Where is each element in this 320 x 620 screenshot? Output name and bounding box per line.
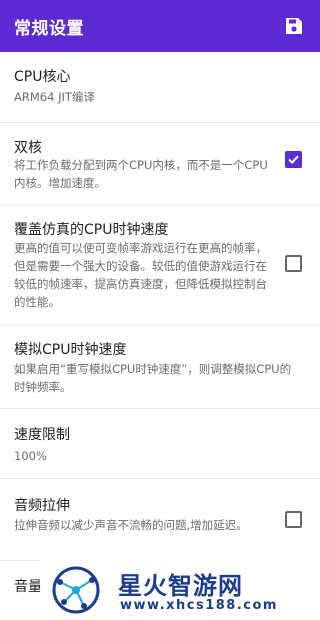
setting-subtitle: 拉伸音频以减少声音不流畅的问题,增加延迟。 [14, 518, 248, 532]
setting-cpu-core[interactable]: CPU核心 ARM64 JIT编译 [0, 52, 320, 123]
save-button[interactable] [282, 14, 306, 38]
setting-title: 双核 [14, 140, 42, 156]
override-cpu-clock-checkbox[interactable] [285, 255, 302, 272]
save-icon [286, 18, 302, 34]
watermark: 星火智游网 www.xhcs188.com [40, 560, 320, 620]
setting-subtitle: 更高的值可以使可变帧率游戏运行在更高的帧率，但是需要一个强大的设备。较低的值使游… [14, 241, 267, 309]
settings-list: CPU核心 ARM64 JIT编译 双核 将工作负载分配到两个CPU内核，而不是… [0, 52, 320, 620]
setting-subtitle: 将工作负载分配到两个CPU内核，而不是一个CPU内核。增加速度。 [14, 158, 268, 190]
setting-title: 音频拉伸 [14, 498, 70, 514]
setting-title: 速度限制 [14, 427, 70, 443]
setting-override-cpu-clock[interactable]: 覆盖仿真的CPU时钟速度 更高的值可以使可变帧率游戏运行在更高的帧率，但是需要一… [0, 205, 320, 325]
setting-title: CPU核心 [14, 69, 71, 85]
setting-subtitle: 如果启用“重写模拟CPU时钟速度”，则调整模拟CPU的时钟频率。 [14, 362, 292, 394]
checkmark-icon [288, 155, 299, 165]
watermark-title: 星火智游网 [118, 572, 243, 600]
setting-dual-core[interactable]: 双核 将工作负载分配到两个CPU内核，而不是一个CPU内核。增加速度。 [0, 123, 320, 205]
watermark-url: www.xhcs188.com [120, 598, 278, 613]
setting-subtitle: ARM64 JIT编译 [14, 90, 95, 104]
audio-stretch-checkbox[interactable] [285, 511, 302, 528]
dual-core-checkbox[interactable] [285, 151, 302, 168]
setting-subtitle: 100% [14, 449, 47, 463]
setting-emulated-cpu-clock[interactable]: 模拟CPU时钟速度 如果启用“重写模拟CPU时钟速度”，则调整模拟CPU的时钟频… [0, 325, 320, 409]
app-bar: 常规设置 [0, 0, 320, 52]
setting-audio-stretch[interactable]: 音频拉伸 拉伸音频以减少声音不流畅的问题,增加延迟。 [0, 479, 320, 561]
setting-speed-limit[interactable]: 速度限制 100% [0, 409, 320, 479]
setting-title: 音量 [14, 579, 42, 595]
watermark-logo [52, 566, 100, 614]
setting-title: 覆盖仿真的CPU时钟速度 [14, 222, 169, 238]
page-title: 常规设置 [14, 18, 84, 39]
setting-title: 模拟CPU时钟速度 [14, 342, 127, 358]
